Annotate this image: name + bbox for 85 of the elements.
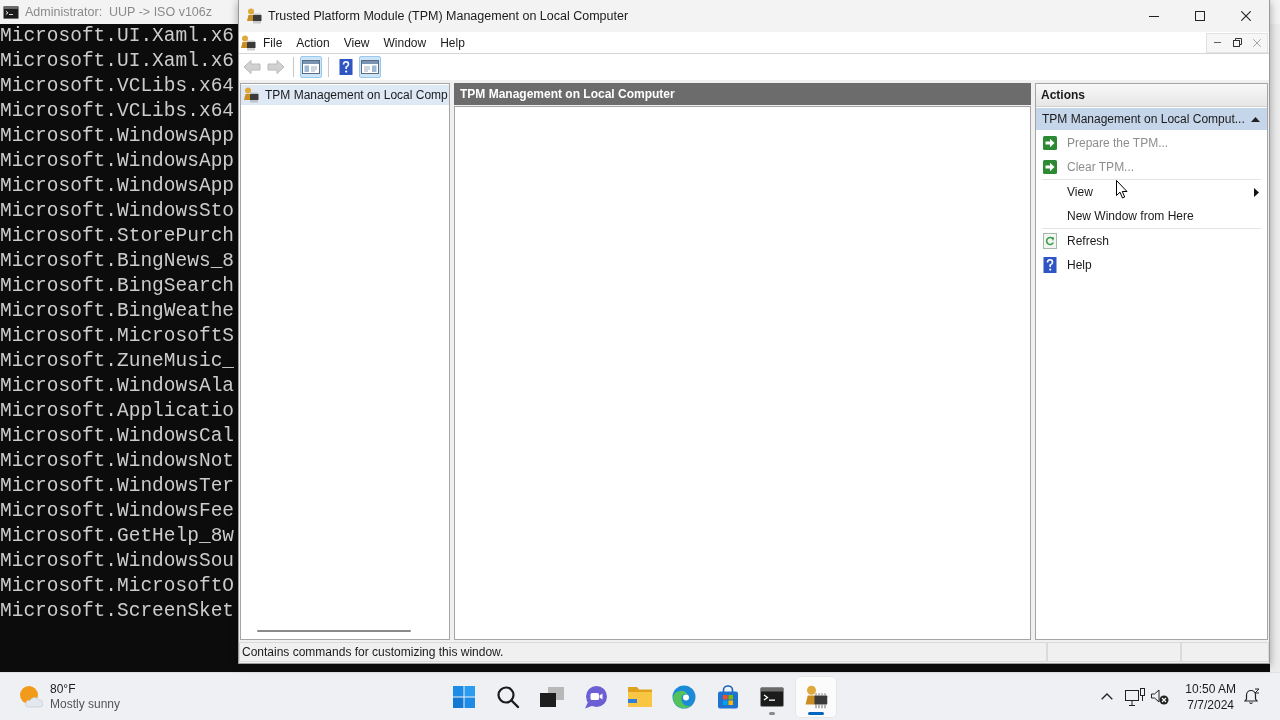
section-header[interactable]: TPM Management on Local Comput... <box>1036 108 1267 130</box>
console-line: Microsoft.ScreenSket <box>0 599 235 624</box>
weather-text: Mostly sunny <box>50 696 121 712</box>
search-icon <box>496 684 520 709</box>
console-line: Microsoft.WindowsTer <box>0 474 235 499</box>
console-line: Microsoft.WindowsApp <box>0 149 235 174</box>
network-icon[interactable] <box>1125 687 1146 706</box>
person-chip-icon <box>246 8 262 24</box>
console-line: Microsoft.BingNews_8 <box>0 249 235 274</box>
pane-header: TPM Management on Local Computer <box>454 83 1031 105</box>
arrow-tile-icon <box>1042 135 1058 151</box>
console-line: Microsoft.BingSearch <box>0 274 235 299</box>
console-line: Microsoft.MicrosoftS <box>0 324 235 349</box>
person-chip-icon <box>804 684 828 709</box>
minimize-icon <box>1213 42 1221 43</box>
console-line: Microsoft.WindowsCal <box>0 424 235 449</box>
terminal-icon <box>3 5 19 19</box>
menu-item[interactable]: File <box>256 33 290 52</box>
close-icon <box>1241 11 1251 21</box>
show-tree-button[interactable] <box>300 56 322 78</box>
maximize-icon <box>1195 11 1205 21</box>
shopping-bag-icon <box>716 684 740 709</box>
console-line: Microsoft.VCLibs.x64 <box>0 74 235 99</box>
volume-muted-icon[interactable] <box>1151 688 1170 705</box>
command-item[interactable]: Help <box>1036 253 1267 277</box>
console-line: Microsoft.UI.Xaml.x6 <box>0 24 235 49</box>
help-icon <box>1042 257 1058 273</box>
terminal-icon <box>760 686 784 707</box>
console-line: Microsoft.WindowsApp <box>0 124 235 149</box>
notification-bell-icon[interactable] <box>1244 687 1260 706</box>
window-title: Trusted Platform Module (TPM) Management on Local Computer <box>268 9 629 23</box>
console-line: Microsoft.ZuneMusic_ <box>0 349 235 374</box>
folder-icon <box>628 686 652 707</box>
console-line: Microsoft.GetHelp_8w <box>0 524 235 549</box>
temperature-text: 80°F <box>50 681 76 697</box>
console-line: Microsoft.WindowsSto <box>0 199 235 224</box>
arrow-tile-icon <box>1042 159 1058 175</box>
tree-item[interactable]: TPM Management on Local Comp <box>241 85 449 105</box>
pane-layout-icon <box>302 59 320 75</box>
submenu-arrow-icon <box>1254 187 1259 197</box>
menu-item[interactable]: Action <box>289 33 337 52</box>
command-item[interactable]: View <box>1036 180 1267 204</box>
sun-cloud-icon <box>19 684 43 709</box>
console-line: Microsoft.VCLibs.x64 <box>0 99 235 124</box>
minimize-icon <box>1149 15 1159 17</box>
chevron-up-icon[interactable] <box>1101 693 1114 700</box>
console-line: Microsoft.WindowsAla <box>0 374 235 399</box>
console-line: Microsoft.WindowsSou <box>0 549 235 574</box>
collapse-arrow-icon[interactable] <box>1251 116 1260 122</box>
show-actions-button[interactable] <box>359 56 381 78</box>
four-squares-icon <box>452 684 476 709</box>
tpm-console-button[interactable] <box>796 676 836 717</box>
console-line: Microsoft.UI.Xaml.x6 <box>0 49 235 74</box>
menu-item[interactable]: Window <box>376 33 434 52</box>
console-line: Microsoft.MicrosoftO <box>0 574 235 599</box>
refresh-icon <box>1042 233 1058 249</box>
scrollbar[interactable] <box>1270 24 1280 672</box>
mouse-cursor-icon <box>1116 180 1128 199</box>
status-text: Contains commands for customizing this window. <box>242 645 504 659</box>
menu-item[interactable]: Help <box>433 33 472 52</box>
clock-date[interactable]: 7/7/2024 <box>1187 696 1234 713</box>
console-line: Microsoft.WindowsApp <box>0 174 235 199</box>
help-icon <box>338 59 354 75</box>
menu-item[interactable]: View <box>336 33 377 52</box>
browser-icon <box>672 684 696 709</box>
left-arrow-icon <box>243 59 261 75</box>
close-icon <box>1253 38 1261 47</box>
clock-time[interactable]: 10:50 AM <box>1185 680 1236 697</box>
console-line: Microsoft.Applicatio <box>0 399 235 424</box>
restore-icon <box>1232 38 1242 47</box>
window-title: Administrator: UUP -> ISO v106z <box>25 5 212 19</box>
scrollbar-thumb[interactable] <box>257 630 411 632</box>
stacked-windows-icon <box>540 686 564 707</box>
chat-bubble-icon <box>584 684 608 709</box>
console-line: Microsoft.StorePurch <box>0 224 235 249</box>
right-arrow-icon <box>267 59 285 75</box>
console-line: Microsoft.WindowsFee <box>0 499 235 524</box>
command-item[interactable]: New Window from Here <box>1036 204 1267 228</box>
person-chip-icon[interactable] <box>240 34 256 51</box>
console-line: Microsoft.WindowsNot <box>0 449 235 474</box>
actions-header: Actions <box>1036 84 1267 107</box>
command-item[interactable]: Refresh <box>1036 229 1267 253</box>
console-line: Microsoft.BingWeathe <box>0 299 235 324</box>
pane-layout-icon <box>361 59 379 75</box>
person-chip-icon <box>243 87 259 103</box>
